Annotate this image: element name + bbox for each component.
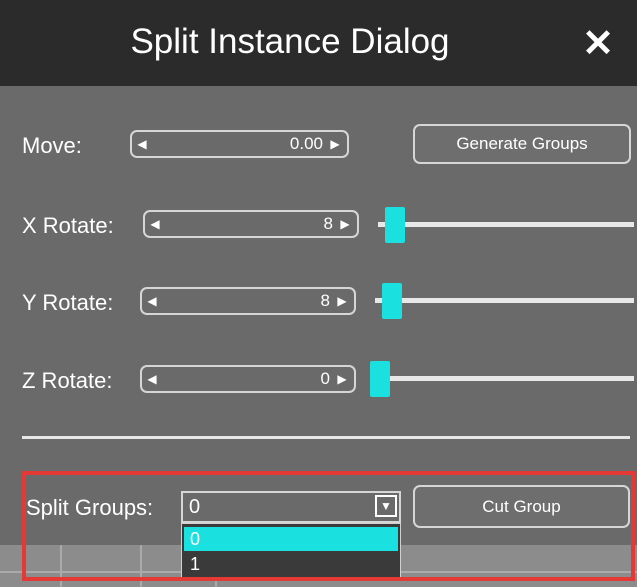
x-rotate-slider-handle[interactable] bbox=[385, 207, 406, 243]
arrow-right-icon[interactable]: ▶ bbox=[327, 132, 343, 156]
dialog-title: Split Instance Dialog bbox=[130, 22, 450, 61]
z-rotate-slider[interactable] bbox=[370, 376, 634, 381]
close-icon[interactable]: ✕ bbox=[574, 20, 622, 68]
arrow-left-icon[interactable]: ◀ bbox=[144, 289, 160, 313]
divider bbox=[22, 436, 630, 439]
x-rotate-value[interactable]: 8 bbox=[324, 212, 333, 236]
z-rotate-spinbox[interactable]: ◀ 0 ▶ bbox=[140, 365, 356, 393]
y-rotate-label: Y Rotate: bbox=[22, 290, 114, 315]
arrow-right-icon[interactable]: ▶ bbox=[334, 367, 350, 391]
generate-groups-button[interactable]: Generate Groups bbox=[413, 124, 631, 164]
y-rotate-spinbox[interactable]: ◀ 8 ▶ bbox=[140, 287, 356, 315]
x-rotate-label: X Rotate: bbox=[22, 213, 114, 238]
y-rotate-slider[interactable] bbox=[375, 298, 634, 303]
z-rotate-label: Z Rotate: bbox=[22, 368, 113, 393]
z-rotate-slider-handle[interactable] bbox=[370, 361, 390, 397]
y-rotate-value[interactable]: 8 bbox=[321, 289, 330, 313]
split-instance-dialog: Split Instance Dialog ✕ Move: ◀ 0.00 ▶ G… bbox=[0, 0, 637, 587]
y-rotate-slider-handle[interactable] bbox=[382, 283, 403, 319]
move-value[interactable]: 0.00 bbox=[290, 132, 323, 156]
move-label: Move: bbox=[22, 133, 82, 158]
arrow-right-icon[interactable]: ▶ bbox=[337, 212, 353, 236]
arrow-left-icon[interactable]: ◀ bbox=[147, 212, 163, 236]
arrow-right-icon[interactable]: ▶ bbox=[334, 289, 350, 313]
arrow-left-icon[interactable]: ◀ bbox=[144, 367, 160, 391]
title-bar: Split Instance Dialog ✕ bbox=[0, 0, 637, 86]
x-rotate-spinbox[interactable]: ◀ 8 ▶ bbox=[143, 210, 359, 238]
move-spinbox[interactable]: ◀ 0.00 ▶ bbox=[130, 130, 349, 158]
highlight-box bbox=[22, 471, 635, 581]
x-rotate-slider[interactable] bbox=[378, 222, 634, 227]
arrow-left-icon[interactable]: ◀ bbox=[134, 132, 150, 156]
z-rotate-value[interactable]: 0 bbox=[321, 367, 330, 391]
